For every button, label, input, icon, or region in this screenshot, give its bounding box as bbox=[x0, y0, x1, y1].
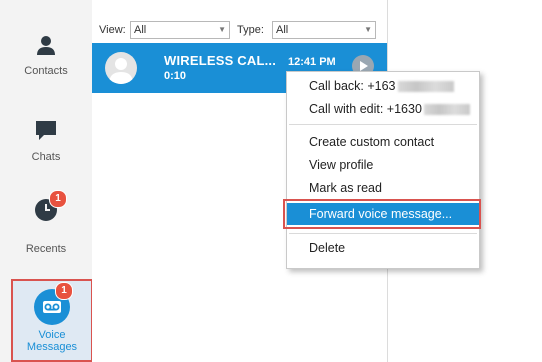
voicemail-icon: 1 bbox=[34, 282, 73, 325]
menu-view-profile[interactable]: View profile bbox=[287, 154, 479, 176]
nav-voice-messages[interactable]: 1 Voice Messages bbox=[11, 282, 93, 353]
view-filter-select[interactable]: All ▼ bbox=[130, 21, 230, 39]
nav-recents-label: Recents bbox=[25, 243, 67, 255]
menu-view-profile-label: View profile bbox=[309, 158, 374, 172]
menu-call-with-edit-label: Call with edit: +1630 bbox=[309, 102, 422, 116]
nav-chats-label: Chats bbox=[31, 151, 61, 163]
view-filter-value: All bbox=[134, 24, 147, 36]
chat-bubble-icon bbox=[34, 119, 58, 143]
context-menu: Call back: +163 Call with edit: +1630 Cr… bbox=[283, 71, 481, 269]
nav-chats[interactable]: Chats bbox=[0, 119, 92, 163]
redacted-number bbox=[397, 81, 454, 93]
nav-contacts[interactable]: Contacts bbox=[0, 34, 92, 77]
nav-voice-label-line2: Messages bbox=[26, 341, 78, 353]
menu-create-custom-contact[interactable]: Create custom contact bbox=[287, 131, 479, 153]
menu-delete[interactable]: Delete bbox=[287, 237, 479, 259]
nav-recents[interactable]: 1 Recents bbox=[0, 190, 92, 255]
nav-voice-label-line1: Voice bbox=[38, 329, 66, 341]
chevron-down-icon: ▼ bbox=[218, 25, 226, 34]
type-filter-select[interactable]: All ▼ bbox=[272, 21, 376, 39]
filter-bar: View: All ▼ Type: All ▼ bbox=[92, 0, 387, 42]
menu-call-back-label: Call back: +163 bbox=[309, 79, 396, 93]
clock-icon: 1 bbox=[34, 190, 67, 222]
menu-separator bbox=[289, 124, 477, 125]
type-filter-label: Type: bbox=[237, 24, 264, 36]
view-filter-label: View: bbox=[99, 24, 126, 36]
menu-call-with-edit[interactable]: Call with edit: +1630 bbox=[287, 98, 479, 120]
menu-forward-voice-message[interactable]: Forward voice message... bbox=[283, 199, 481, 229]
redacted-number bbox=[423, 104, 470, 116]
recents-badge: 1 bbox=[49, 190, 67, 208]
menu-forward-voice-message-label: Forward voice message... bbox=[309, 207, 453, 221]
chevron-down-icon: ▼ bbox=[364, 25, 372, 34]
voice-messages-badge: 1 bbox=[55, 282, 73, 300]
message-duration: 0:10 bbox=[164, 70, 187, 82]
menu-create-custom-contact-label: Create custom contact bbox=[309, 135, 435, 149]
menu-delete-label: Delete bbox=[309, 241, 346, 255]
menu-call-back[interactable]: Call back: +163 bbox=[287, 75, 479, 97]
avatar bbox=[105, 52, 137, 84]
default-avatar-icon bbox=[109, 58, 133, 84]
person-icon bbox=[35, 34, 57, 56]
type-filter-value: All bbox=[276, 24, 289, 36]
caller-name: WIRELESS CAL... bbox=[164, 53, 277, 68]
left-nav-sidebar: Contacts Chats 1 Recents 1 Voice Message… bbox=[0, 0, 93, 362]
nav-contacts-label: Contacts bbox=[24, 65, 68, 77]
message-time: 12:41 PM bbox=[288, 56, 336, 68]
menu-separator bbox=[289, 233, 477, 234]
menu-mark-as-read-label: Mark as read bbox=[309, 181, 382, 195]
menu-mark-as-read[interactable]: Mark as read bbox=[287, 177, 479, 199]
